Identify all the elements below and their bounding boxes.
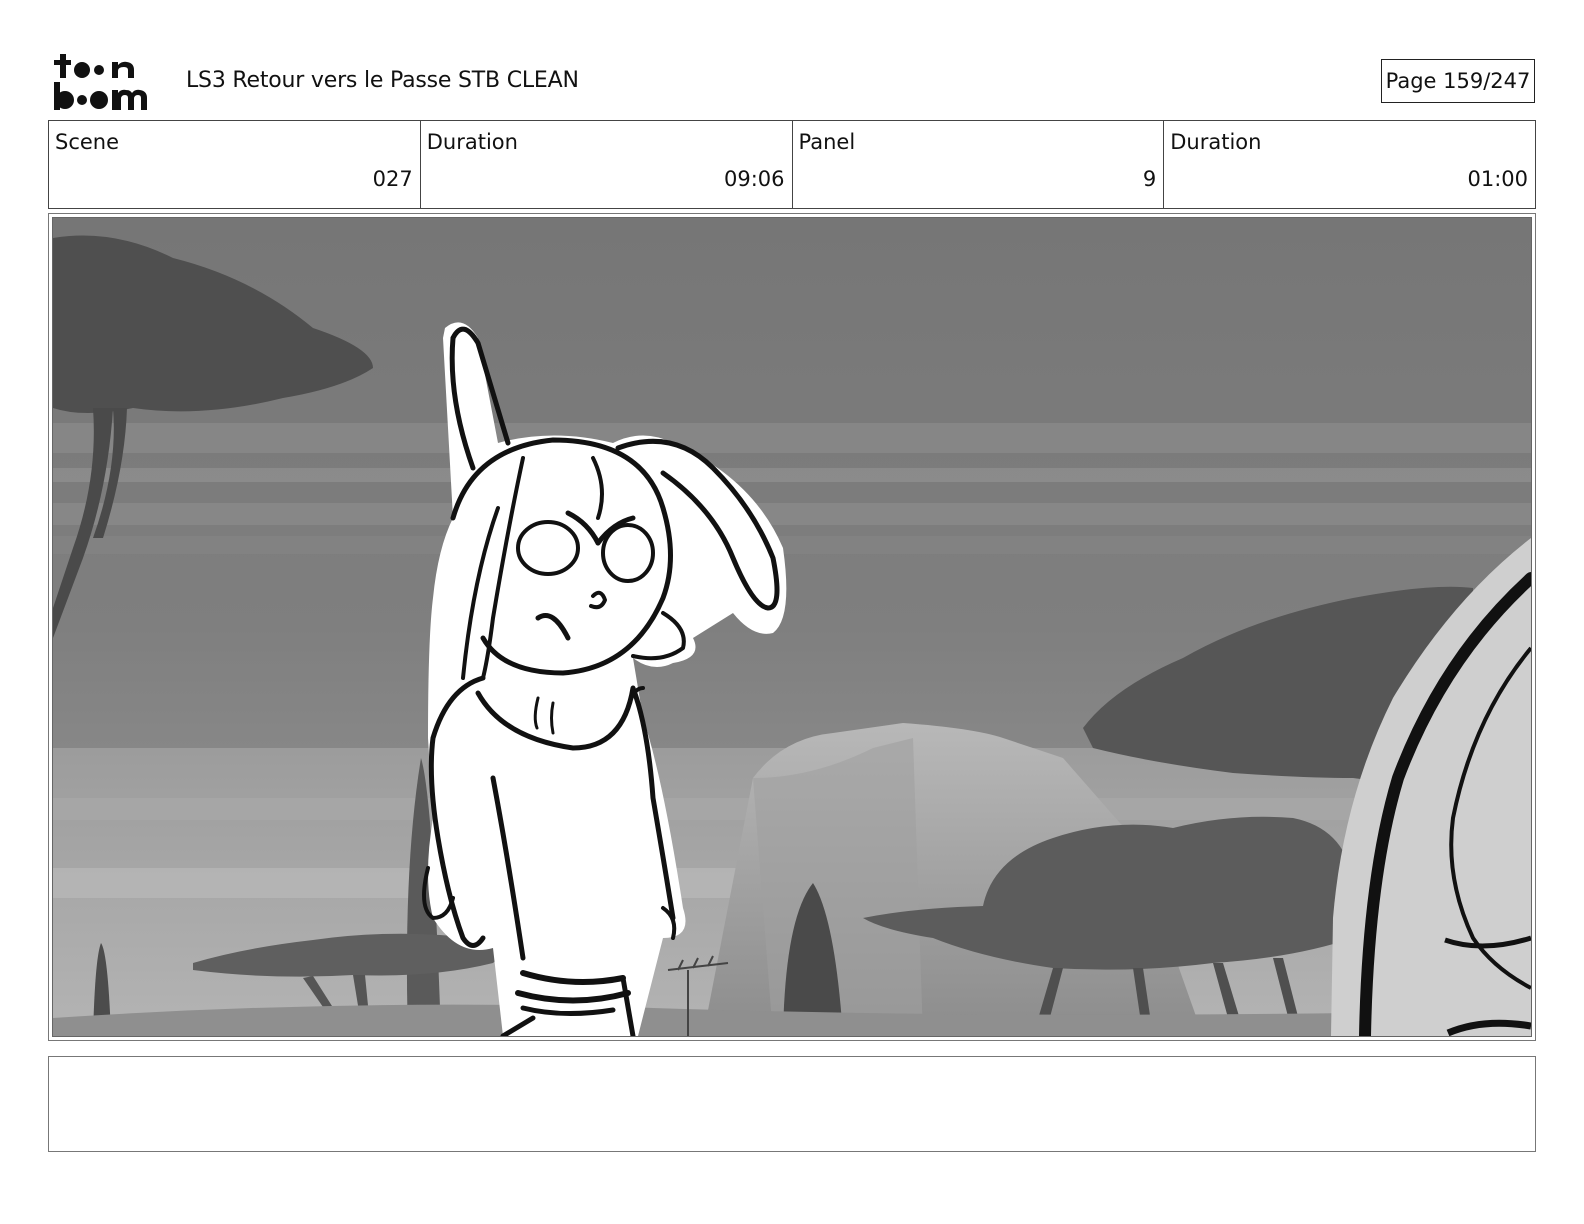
panel-notes-box xyxy=(48,1056,1536,1152)
toon-boom-logo xyxy=(52,52,164,112)
scene-duration-cell: Duration 09:06 xyxy=(421,121,793,208)
document-title: LS3 Retour vers le Passe STB CLEAN xyxy=(186,68,579,93)
panel-duration-value: 01:00 xyxy=(1467,167,1528,191)
page-indicator: Page 159/247 xyxy=(1381,59,1535,103)
panel-value: 9 xyxy=(1142,167,1157,191)
panel-duration-cell: Duration 01:00 xyxy=(1164,121,1535,208)
scene-duration-value: 09:06 xyxy=(723,167,785,191)
panel-duration-label: Duration xyxy=(1170,130,1262,154)
scene-value: 027 xyxy=(372,167,413,191)
panel-info-table: Scene 027 Duration 09:06 Panel 9 Duratio… xyxy=(48,120,1536,209)
panel-label: Panel xyxy=(798,130,856,154)
panel-cell: Panel 9 xyxy=(793,121,1165,208)
storyboard-panel-image xyxy=(52,217,1532,1037)
scene-label: Scene xyxy=(55,130,120,154)
scene-duration-label: Duration xyxy=(426,130,518,154)
scene-cell: Scene 027 xyxy=(49,121,421,208)
